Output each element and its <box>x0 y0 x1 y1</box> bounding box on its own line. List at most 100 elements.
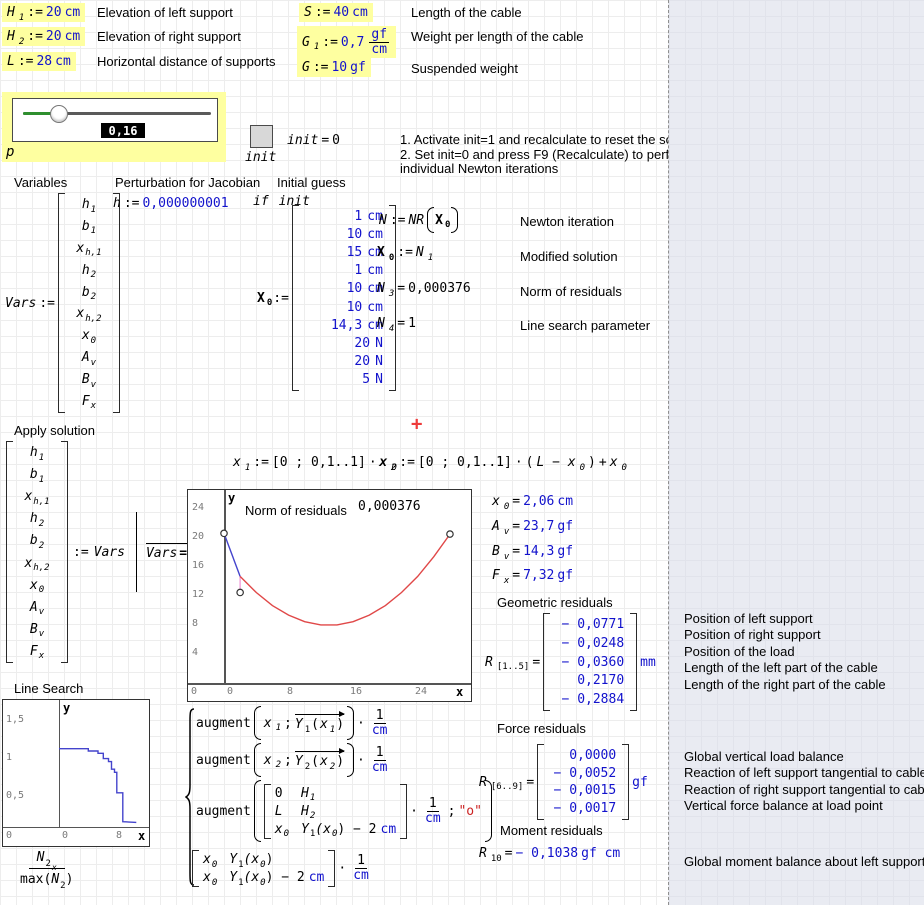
var-sub: [1..5] <box>497 662 530 672</box>
comment-S: Length of the cable <box>411 6 522 21</box>
math-region-plot-traces[interactable]: augment x1 ; Y1(x1) · 1cm augment x2 ; Y… <box>185 706 475 891</box>
math-region-perturbation[interactable]: h := 0,000000001 <box>113 196 229 211</box>
math-region-residual-norm[interactable]: N3 = 0,000376 <box>377 281 471 296</box>
header-geometric-residuals: Geometric residuals <box>497 596 613 611</box>
math-region-modified-solution[interactable]: X0 := N1 <box>377 245 433 260</box>
assign-op: := <box>27 5 43 20</box>
y-tick: 4 <box>192 647 198 658</box>
slider-handle[interactable] <box>50 105 68 123</box>
vec-val: 14,3 <box>331 318 362 333</box>
unit: gf <box>632 775 648 790</box>
cell-arg-sub: 0 <box>332 829 337 839</box>
math-region-moment-residual[interactable]: R10 = − 0,1038 gf cm <box>479 846 620 861</box>
math-region-force-residuals[interactable]: R[6..9] = 0,0000 − 0,0052 − 0,0015 − 0,0… <box>479 744 648 820</box>
math-region-h2[interactable]: H2:=20cm <box>2 27 85 46</box>
unit: gf <box>350 60 366 75</box>
paren-right <box>451 207 458 233</box>
unit: gf <box>557 568 573 583</box>
math-region-result-av[interactable]: Av = 23,7gf <box>492 519 573 534</box>
vec-el-sub: 1 <box>39 453 44 463</box>
var-sub: 0 <box>267 298 272 308</box>
value: 14,3 <box>523 544 554 559</box>
vec-val: − 0,0015 <box>554 783 617 798</box>
bracket-left <box>192 850 199 887</box>
frac-den-unit: cm <box>423 812 443 826</box>
math-region-x0-guess[interactable]: X0:= 1cm 10cm 15cm 1cm 10cm 10cm 14,3cm … <box>257 205 396 391</box>
slider-widget[interactable]: 0,16 <box>12 98 218 142</box>
var-name: S <box>304 5 312 20</box>
cell: H <box>301 786 309 801</box>
plot-legend-value: 0,000376 <box>358 499 421 514</box>
line-search-curve <box>3 700 149 827</box>
x-axis-label: x <box>138 829 145 843</box>
arg1: x <box>264 716 272 731</box>
vec-el: h <box>30 445 38 460</box>
vec-el-sub: h,1 <box>33 497 49 507</box>
init-checkbox[interactable] <box>250 125 273 148</box>
math-region-x2[interactable]: x2 := [0 ; 0,1..1] · (L − x0) + x0 <box>379 455 627 470</box>
header-moment-residuals: Moment residuals <box>500 824 603 839</box>
var-name: x <box>379 455 387 470</box>
comment-G: Suspended weight <box>411 62 518 77</box>
frac-num: 1 <box>374 746 386 761</box>
assign-op: := <box>18 54 34 69</box>
moment-residual-comment: Global moment balance about left support <box>684 855 924 870</box>
math-region-h1[interactable]: H1:=20cm <box>2 3 85 22</box>
math-region-newton[interactable]: N := NR X0 <box>379 207 458 233</box>
paren-open: ( <box>526 455 534 470</box>
trace-line-2: augment x2 ; Y2(x2) · 1cm <box>196 743 392 777</box>
vec-unit: N <box>375 372 383 387</box>
math-region-ls-formula[interactable]: N2x max(N2) <box>16 848 77 888</box>
unit: gf cm <box>581 846 620 861</box>
math-region-line-search-param[interactable]: N4 = 1 <box>377 316 416 331</box>
vec-val: 10 <box>347 227 363 242</box>
y-axis <box>224 490 226 683</box>
math-region-result-bv[interactable]: Bv = 14,3gf <box>492 544 573 559</box>
math-region-x1[interactable]: x1 := [0 ; 0,1..1] · x0 <box>233 455 397 470</box>
y-tick: 24 <box>192 502 204 513</box>
cell: Y <box>301 822 309 837</box>
frac-num: 1 <box>427 797 439 812</box>
insertion-cursor-cross[interactable]: + <box>411 413 422 435</box>
comment-line: Position of right support <box>684 627 886 643</box>
vec-el-sub: x <box>91 401 96 411</box>
math-region-result-x0[interactable]: x0 = 2,06cm <box>492 494 573 509</box>
paren-right <box>347 706 354 740</box>
var-name: N <box>379 213 387 228</box>
math-region-result-fx[interactable]: Fx = 7,32gf <box>492 568 573 583</box>
header-initial-guess: Initial guess <box>277 176 346 191</box>
cell-tail: ) <box>266 852 274 867</box>
plus-op: + <box>599 455 607 470</box>
math-region-S[interactable]: S:=40cm <box>299 3 373 22</box>
rhs-sub: 1 <box>428 253 433 263</box>
cable-plot[interactable]: y x 24 20 16 12 8 4 0 0 8 16 24 Norm of … <box>187 489 472 702</box>
paren-left <box>254 743 261 777</box>
math-region-geo-residuals[interactable]: R[1..5] = − 0,0771 − 0,0248 − 0,0360 0,2… <box>485 613 656 711</box>
math-region-L[interactable]: L:=28cm <box>2 52 76 71</box>
dot-op: · <box>515 455 523 470</box>
assign-op: := <box>27 29 43 44</box>
math-region-init-readout[interactable]: init=0 <box>287 131 340 149</box>
bracket-left <box>543 613 550 711</box>
force-residual-comments: Global vertical load balance Reaction of… <box>684 749 924 815</box>
inner-close: ) <box>336 754 344 769</box>
dot-op: · <box>410 804 418 819</box>
vec-el: x <box>76 306 84 321</box>
line-search-plot[interactable]: y x 1,5 1 0,5 0 0 8 <box>2 699 150 847</box>
math-region-G[interactable]: G:=10gf <box>297 58 371 77</box>
var-name: R <box>485 655 493 670</box>
vec-unit: N <box>375 354 383 369</box>
header-perturbation: Perturbation for Jacobian <box>115 176 260 191</box>
math-region-vars[interactable]: Vars := h1 b1 xh,1 h2 b2 xh,2 x0 Av Bv F… <box>5 193 120 413</box>
trace-line-4: x0 Y1(x0) x0 Y1(x0) − 2cm · 1cm <box>192 846 373 891</box>
var-name: R <box>479 846 487 861</box>
comment-newton: Newton iteration <box>520 215 614 230</box>
math-region-G1[interactable]: G1:=0,7gfcm <box>297 26 396 58</box>
cell-arg-sub: 0 <box>260 860 265 870</box>
inner-arg: x <box>320 754 328 769</box>
instructions-text: 1. Activate init=1 and recalculate to re… <box>400 133 694 177</box>
vec-el: B <box>30 622 38 637</box>
fn-y-sub: 1 <box>305 725 310 735</box>
vec-val: 5 <box>362 372 370 387</box>
frac-den-unit: cm <box>351 869 371 883</box>
